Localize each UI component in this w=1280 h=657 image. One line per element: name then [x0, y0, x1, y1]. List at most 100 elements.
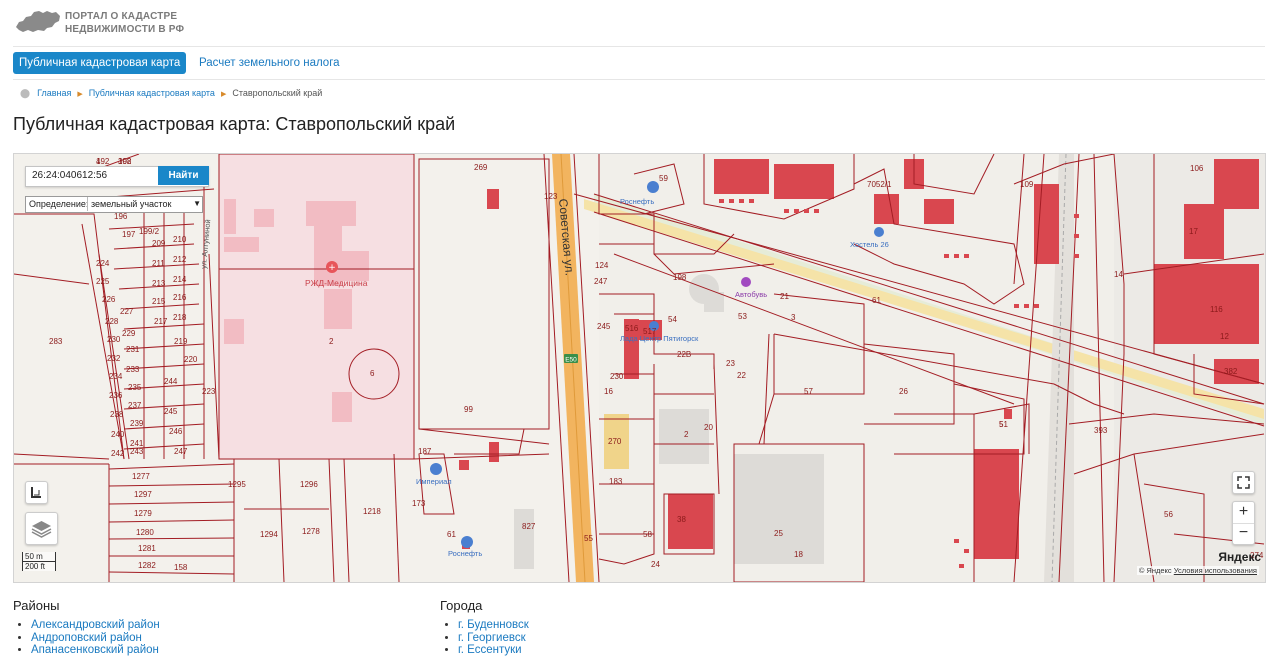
city-link[interactable]: г. Буденновск: [458, 619, 529, 632]
parcel-number[interactable]: 240: [111, 430, 125, 439]
parcel-number[interactable]: 213: [152, 279, 166, 288]
parcel-number[interactable]: 6: [370, 369, 375, 378]
medicine-poi-icon[interactable]: +: [326, 261, 338, 273]
parcel-number[interactable]: 216: [173, 293, 187, 302]
parcel-number[interactable]: 224: [96, 259, 110, 268]
definition-select[interactable]: земельный участок ▼: [87, 197, 203, 211]
parcel-number[interactable]: 283: [49, 337, 63, 346]
parcel-number[interactable]: 1278: [302, 527, 320, 536]
parcel-number[interactable]: 232: [107, 354, 121, 363]
parcel-number[interactable]: 1297: [134, 490, 152, 499]
attribution-brand[interactable]: © Яндекс: [1139, 566, 1172, 575]
parcel-number[interactable]: 2: [684, 430, 689, 439]
parcel-number[interactable]: 227: [120, 307, 134, 316]
map-canvas[interactable]: + РЖД-Медицина Роснефть Роснефть Империа…: [14, 154, 1265, 582]
parcel-number[interactable]: 827: [522, 522, 536, 531]
parcel-number[interactable]: 56: [1164, 510, 1173, 519]
parcel-number[interactable]: 217: [154, 317, 168, 326]
parcel-number[interactable]: 219: [174, 337, 188, 346]
parcel-number[interactable]: 225: [96, 277, 110, 286]
parcel-number[interactable]: 1296: [300, 480, 318, 489]
parcel-number[interactable]: 517: [643, 327, 657, 336]
parcel-number[interactable]: 247: [594, 277, 608, 286]
parcel-number[interactable]: 61: [447, 530, 456, 539]
parcel-number[interactable]: 196: [114, 212, 128, 221]
parcel-number[interactable]: 246: [169, 427, 183, 436]
parcel-number[interactable]: 21: [780, 292, 789, 301]
city-link[interactable]: г. Георгиевск: [458, 632, 529, 645]
parcel-number[interactable]: 245: [164, 407, 178, 416]
zoom-in-icon[interactable]: +: [1233, 502, 1254, 524]
zoom-out-icon[interactable]: −: [1233, 523, 1254, 544]
parcel-number[interactable]: 61: [872, 296, 881, 305]
parcel-number[interactable]: 245: [597, 322, 611, 331]
parcel-number[interactable]: 1279: [134, 509, 152, 518]
parcel-number[interactable]: 16: [604, 387, 613, 396]
parcel-number[interactable]: 23: [726, 359, 735, 368]
parcel-number[interactable]: 231: [126, 345, 140, 354]
cadastral-map[interactable]: + РЖД-Медицина Роснефть Роснефть Империа…: [13, 153, 1266, 583]
parcel-number[interactable]: 99: [464, 405, 473, 414]
parcel-number[interactable]: 2: [329, 337, 334, 346]
ruler-button[interactable]: [25, 481, 48, 504]
parcel-number[interactable]: 223: [202, 387, 216, 396]
nav-public-cadastral-map[interactable]: Публичная кадастровая карта: [13, 52, 187, 74]
shop-icon[interactable]: [741, 277, 751, 287]
parcel-number[interactable]: 53: [738, 312, 747, 321]
parcel-number[interactable]: 1280: [136, 528, 154, 537]
parcel-number[interactable]: 54: [668, 315, 677, 324]
parcel-number[interactable]: 1282: [138, 561, 156, 570]
parcel-number[interactable]: 183: [609, 477, 623, 486]
yandex-logo[interactable]: Яндекс: [1218, 550, 1261, 564]
nav-land-tax-calc[interactable]: Расчет земельного налога: [199, 52, 340, 74]
parcel-number[interactable]: 243: [130, 447, 144, 456]
parcel-number[interactable]: 214: [173, 275, 187, 284]
site-logo-text[interactable]: ПОРТАЛ О КАДАСТРЕ НЕДВИЖИМОСТИ В РФ: [65, 10, 184, 36]
parcel-number[interactable]: 14: [1114, 270, 1123, 279]
parcel-number[interactable]: 25: [774, 529, 783, 538]
parcel-number[interactable]: 158: [174, 563, 188, 572]
parcel-number[interactable]: 230: [610, 372, 624, 381]
parcel-number[interactable]: 218: [173, 313, 187, 322]
parcel-number[interactable]: 4: [96, 157, 101, 166]
parcel-number[interactable]: 239: [130, 419, 144, 428]
fuel-station-icon[interactable]: [430, 463, 442, 475]
fuel-station-icon[interactable]: [461, 536, 473, 548]
parcel-number[interactable]: 238: [110, 410, 124, 419]
parcel-number[interactable]: 198: [673, 273, 687, 282]
district-link[interactable]: Андроповский район: [31, 632, 160, 645]
parcel-number[interactable]: 1281: [138, 544, 156, 553]
parcel-number[interactable]: 51: [999, 420, 1008, 429]
search-button[interactable]: Найти: [158, 166, 209, 185]
parcel-number[interactable]: 233: [126, 365, 140, 374]
parcel-number[interactable]: 17: [1189, 227, 1198, 236]
parcel-number[interactable]: 247: [174, 447, 188, 456]
parcel-number[interactable]: 516: [625, 324, 639, 333]
parcel-number[interactable]: 58: [643, 530, 652, 539]
parcel-number[interactable]: 20: [704, 423, 713, 432]
parcel-number[interactable]: 12: [1220, 332, 1229, 341]
parcel-number[interactable]: 116: [1210, 305, 1223, 314]
parcel-number[interactable]: 220: [184, 355, 198, 364]
breadcrumb-home[interactable]: Главная: [37, 88, 71, 98]
parcel-number[interactable]: 244: [164, 377, 178, 386]
parcel-number[interactable]: 1295: [228, 480, 246, 489]
parcel-number[interactable]: 59: [659, 174, 668, 183]
parcel-number[interactable]: 382: [1224, 367, 1238, 376]
parcel-number[interactable]: 211: [152, 259, 165, 268]
parcel-number[interactable]: 226: [102, 295, 116, 304]
parcel-number[interactable]: 22В: [677, 350, 691, 359]
parcel-number[interactable]: 109: [1020, 180, 1034, 189]
parcel-number[interactable]: 57: [804, 387, 813, 396]
parcel-number[interactable]: 3: [791, 313, 796, 322]
parcel-number[interactable]: 18: [794, 550, 803, 559]
parcel-number[interactable]: 269: [474, 163, 488, 172]
terms-link[interactable]: Условия использования: [1174, 566, 1257, 575]
parcel-number[interactable]: 24: [651, 560, 660, 569]
parcel-number[interactable]: 235: [128, 383, 142, 392]
parcel-number[interactable]: 228: [105, 317, 119, 326]
parcel-number[interactable]: 229: [122, 329, 136, 338]
fuel-station-icon[interactable]: [647, 181, 659, 193]
hotel-icon[interactable]: [874, 227, 884, 237]
parcel-number[interactable]: 210: [173, 235, 187, 244]
